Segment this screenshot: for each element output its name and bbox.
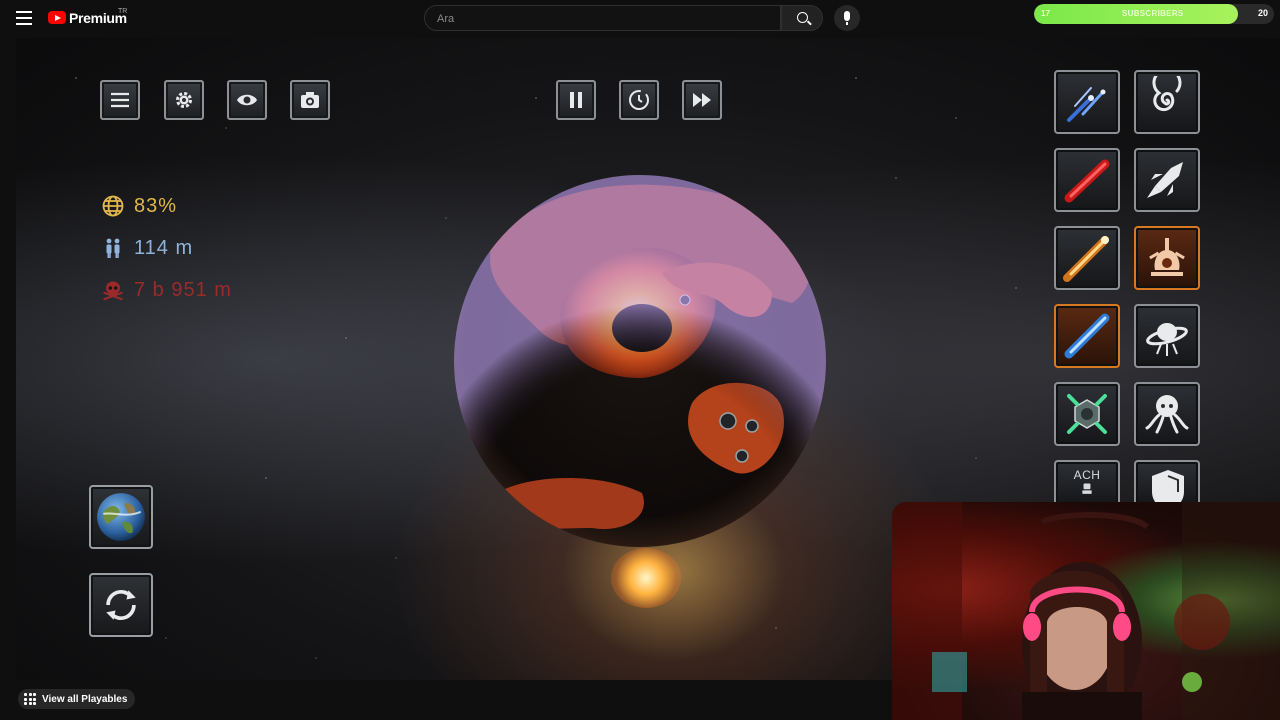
people-icon [100,235,126,261]
weapon-comet[interactable] [1054,226,1120,290]
list-icon [111,92,129,108]
weapon-laser[interactable] [1054,148,1120,212]
region-code: TR [118,8,128,15]
coverage-stat: 83% [100,192,177,220]
red-laser-icon [1064,159,1110,203]
view-all-label: View all Playables [42,693,128,705]
youtube-logo-icon[interactable] [48,11,66,24]
view-all-playables-button[interactable]: View all Playables [18,689,136,709]
globe-icon [100,193,126,219]
weapon-nuke[interactable] [1134,226,1200,290]
streamer-video [892,502,1280,720]
fast-forward-button[interactable] [682,80,722,120]
deaths-stat: 7 b 951 m [100,276,232,304]
weapon-missile[interactable] [1134,148,1200,212]
top-bar: Premium TR 17 SUBSCRIBERS 20 [0,0,1280,38]
restart-button[interactable] [89,573,153,637]
grid-icon [24,693,36,705]
gear-icon [176,92,192,108]
refresh-icon [106,589,136,621]
subscriber-goal-label: SUBSCRIBERS [1122,9,1184,18]
pause-button[interactable] [556,80,596,120]
deaths-value: 7 b 951 m [134,278,232,301]
population-stat: 114 m [100,234,193,262]
menu-button[interactable] [100,80,140,120]
weapon-black-hole[interactable] [1134,70,1200,134]
ufo-icon [1146,323,1188,356]
spiral-icon [1152,76,1182,112]
satellite-icon [1067,394,1107,434]
weapon-meteor-shower[interactable] [1054,70,1120,134]
meteor-shower-icon [1067,87,1106,122]
subscriber-goal-bar: 17 SUBSCRIBERS 20 [1034,4,1274,24]
earth-icon [97,493,145,541]
ice-laser-icon [1064,313,1110,359]
mic-icon [844,11,850,25]
explosion-icon [1149,238,1185,276]
search-icon [797,12,808,23]
subscriber-current: 17 [1041,9,1050,18]
subscriber-goal-target: 20 [1257,8,1268,18]
coverage-value: 83% [134,194,178,217]
settings-button[interactable] [164,80,204,120]
octopus-icon [1145,395,1189,434]
eye-icon [237,94,257,106]
sun-glow [611,548,681,608]
search-box [424,5,781,31]
camera-icon [301,92,319,108]
view-button[interactable] [227,80,267,120]
clock-icon [629,90,649,110]
achievements-button[interactable]: ACH [1054,460,1120,504]
fast-forward-icon [693,93,711,107]
planet[interactable] [452,173,828,549]
skull-icon [100,277,126,303]
weapon-death-star[interactable] [1054,382,1120,446]
population-value: 114 m [134,236,194,259]
search-input[interactable] [435,12,769,26]
screenshot-button[interactable] [290,80,330,120]
search-button[interactable] [781,5,823,31]
menu-icon[interactable] [16,11,32,25]
weapon-tentacle-monster[interactable] [1134,382,1200,446]
time-speed-button[interactable] [619,80,659,120]
weapon-shield[interactable] [1134,460,1200,512]
webcam-overlay [892,502,1280,720]
pause-icon [570,92,582,108]
weapon-ice-laser[interactable] [1054,304,1120,368]
missile-icon [1147,162,1183,198]
comet-icon [1063,236,1109,282]
weapon-ufo[interactable] [1134,304,1200,368]
planet-select-button[interactable] [89,485,153,549]
voice-search-button[interactable] [834,5,860,31]
